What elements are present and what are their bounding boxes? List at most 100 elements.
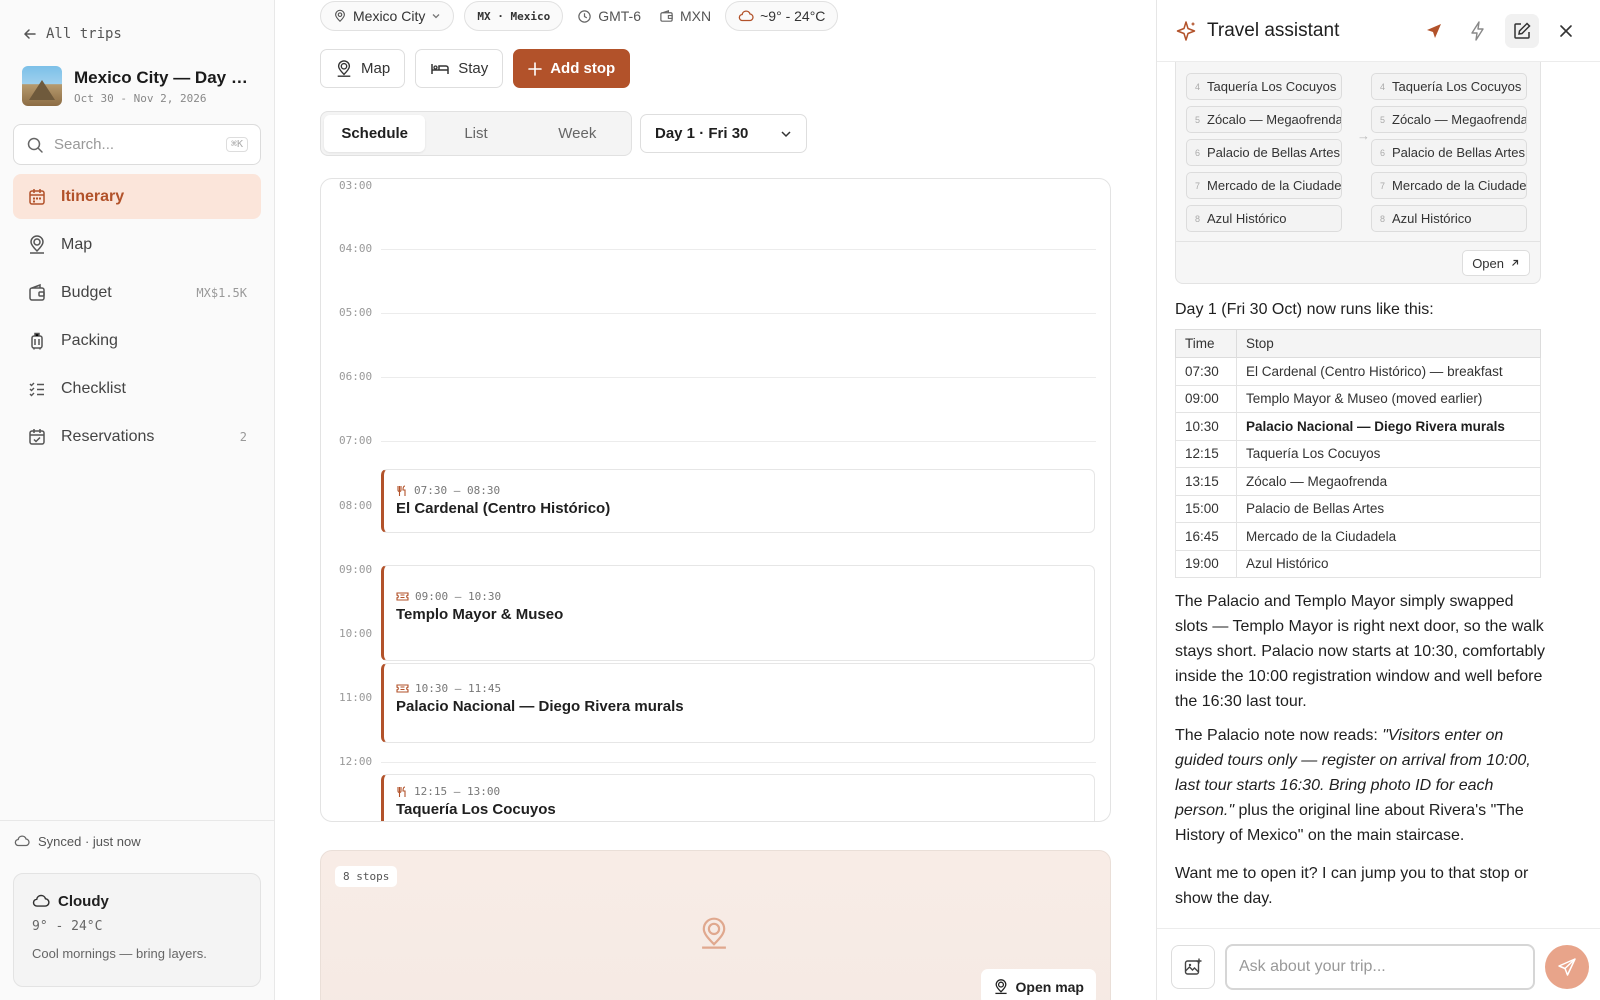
hour-gridline (381, 377, 1096, 378)
event-card[interactable]: 09:00 – 10:30 Templo Mayor & Museo (381, 565, 1095, 661)
budget-total: MX$1.5K (196, 285, 247, 300)
sync-status-text: Synced · just now (38, 833, 141, 849)
diff-row-label: Zócalo — Megaofrenda (1392, 112, 1527, 127)
diff-row-number: 4 (1195, 81, 1201, 92)
event-card[interactable]: 12:15 – 13:00 Taquería Los Cocuyos (381, 774, 1095, 821)
trip-header[interactable]: Mexico City — Day of the Dead Oct 30 - N… (22, 66, 254, 106)
table-header-time: Time (1175, 329, 1237, 358)
event-time: 12:15 – 13:00 (414, 785, 501, 798)
diff-row: 4 Taquería Los Cocuyos (1371, 73, 1527, 100)
assistant-messages[interactable]: 4 Taquería Los Cocuyos 5 Zócalo — Megaofre… (1157, 62, 1600, 928)
add-stop-button[interactable]: Add stop (513, 49, 631, 88)
schedule-timeline[interactable]: 03:00 04:00 05:00 06:00 07:00 08:00 09:0… (320, 178, 1111, 822)
weather-card: Cloudy 9° - 24°C Cool mornings — bring l… (13, 873, 261, 987)
day-select-value: Day 1 · Fri 30 (655, 125, 749, 142)
open-itinerary-button[interactable]: Open (1462, 250, 1530, 276)
table-row-highlighted: 10:30 Palacio Nacional — Diego Rivera mur… (1175, 412, 1541, 441)
arrow-right-icon: → (1357, 128, 1370, 143)
checklist-icon (29, 382, 44, 396)
diff-row: 6 Palacio de Bellas Artes (1186, 139, 1342, 166)
table-cell-stop: Palacio de Bellas Artes (1236, 494, 1541, 523)
diff-row-label: Zócalo — Megaofrenda (1207, 112, 1342, 127)
send-button[interactable] (1545, 945, 1589, 989)
quick-actions-button[interactable] (1461, 14, 1495, 48)
diff-row-label: Palacio de Bellas Artes (1392, 145, 1525, 160)
search-placeholder: Search... (54, 136, 115, 153)
event-time: 09:00 – 10:30 (415, 590, 502, 603)
calendar-icon (29, 188, 45, 205)
hour-label: 05:00 (339, 306, 373, 319)
assistant-title: Travel assistant (1207, 19, 1340, 41)
hour-label: 11:00 (339, 691, 373, 704)
ticket-icon (396, 684, 409, 693)
table-row: 19:00 Azul Histórico (1175, 549, 1541, 578)
close-icon (1560, 24, 1572, 37)
assistant-input[interactable] (1225, 944, 1535, 990)
weather-condition: Cloudy (58, 892, 109, 910)
assistant-message-note: The Palacio note now reads: "Visitors en… (1175, 723, 1547, 848)
close-assistant-button[interactable] (1549, 14, 1583, 48)
tab-schedule[interactable]: Schedule (324, 115, 426, 152)
sidebar-item-map[interactable]: Map (13, 222, 261, 267)
table-row: 07:30 El Cardenal (Centro Histórico) — br… (1175, 357, 1541, 386)
calendar-check-icon (29, 428, 45, 445)
image-plus-icon (1184, 958, 1202, 975)
bed-icon (431, 63, 449, 74)
assistant-message-swap: The Palacio and Templo Mayor simply swap… (1175, 593, 1545, 710)
map-preview[interactable]: 8 stops Open map (320, 850, 1111, 1000)
diff-row-number: 5 (1380, 114, 1386, 125)
sidebar-item-itinerary[interactable]: Itinerary (13, 174, 261, 219)
currency-label: MXN (680, 8, 712, 24)
hour-gridline (381, 762, 1096, 763)
navigate-button[interactable] (1417, 14, 1451, 48)
sidebar-item-packing[interactable]: Packing (13, 318, 261, 363)
map-button[interactable]: Map (320, 49, 406, 88)
edit-icon (1514, 21, 1531, 39)
diff-before-list: 4 Taquería Los Cocuyos 5 Zócalo — Megaofre… (1186, 73, 1342, 238)
table-cell-time: 12:15 (1175, 439, 1237, 468)
event-time: 10:30 – 11:45 (415, 682, 502, 695)
table-row: 16:45 Mercado de la Ciudadela (1175, 522, 1541, 551)
table-cell-stop: Taquería Los Cocuyos (1236, 439, 1541, 468)
city-chip[interactable]: Mexico City (320, 1, 455, 31)
hour-label: 08:00 (339, 499, 373, 512)
diff-row: 8 Azul Histórico (1371, 205, 1527, 232)
diff-row: 5 Zócalo — Megaofrenda (1186, 106, 1342, 133)
new-chat-button[interactable] (1505, 13, 1539, 48)
sidebar-item-label: Itinerary (61, 187, 125, 205)
sidebar-item-checklist[interactable]: Checklist (13, 366, 261, 411)
stay-button-label: Stay (458, 60, 489, 77)
event-card[interactable]: 07:30 – 08:30 El Cardenal (Centro Histór… (381, 469, 1095, 533)
table-cell-time: 19:00 (1175, 549, 1237, 578)
search-icon (27, 137, 43, 153)
travel-assistant-panel: Travel assistant 4 Taquería Los Cocuyos 5… (1156, 0, 1600, 1000)
stay-button[interactable]: Stay (415, 49, 504, 88)
external-arrow-icon (1512, 259, 1519, 266)
all-trips-link[interactable]: All trips (22, 26, 122, 42)
attach-image-button[interactable] (1171, 945, 1215, 989)
city-chip-label: Mexico City (353, 8, 426, 24)
open-map-button[interactable]: Open map (980, 969, 1096, 1000)
currency-chip: MXN (655, 1, 715, 31)
map-pin-icon (335, 9, 345, 23)
map-pin-icon (30, 234, 44, 254)
day-select[interactable]: Day 1 · Fri 30 (640, 114, 807, 153)
hour-label: 04:00 (339, 242, 373, 255)
hour-row: 06:00 (321, 370, 1110, 397)
weather-range: 9° - 24°C (32, 919, 103, 934)
cloud-icon (738, 10, 754, 22)
day-schedule-table: Time Stop 07:30 El Cardenal (Centro Histó… (1175, 329, 1541, 578)
table-cell-stop: Mercado de la Ciudadela (1236, 522, 1541, 551)
fork-knife-icon (397, 484, 406, 496)
tab-list[interactable]: List (425, 115, 526, 152)
open-button-label: Open (1472, 255, 1504, 271)
tab-week[interactable]: Week (527, 115, 628, 152)
diff-row: 7 Mercado de la Ciudadela (1186, 172, 1342, 199)
sidebar-search[interactable]: Search... ⌘K (13, 124, 261, 165)
event-card[interactable]: 10:30 – 11:45 Palacio Nacional — Diego R… (381, 663, 1095, 743)
trip-title: Mexico City — Day of the Dead (74, 67, 254, 87)
sidebar-item-reservations[interactable]: Reservations 2 (13, 414, 261, 459)
hour-row: 03:00 (321, 179, 1110, 206)
sidebar: All trips Mexico City — Day of the Dead … (0, 0, 275, 1000)
sidebar-item-budget[interactable]: Budget MX$1.5K (13, 270, 261, 315)
